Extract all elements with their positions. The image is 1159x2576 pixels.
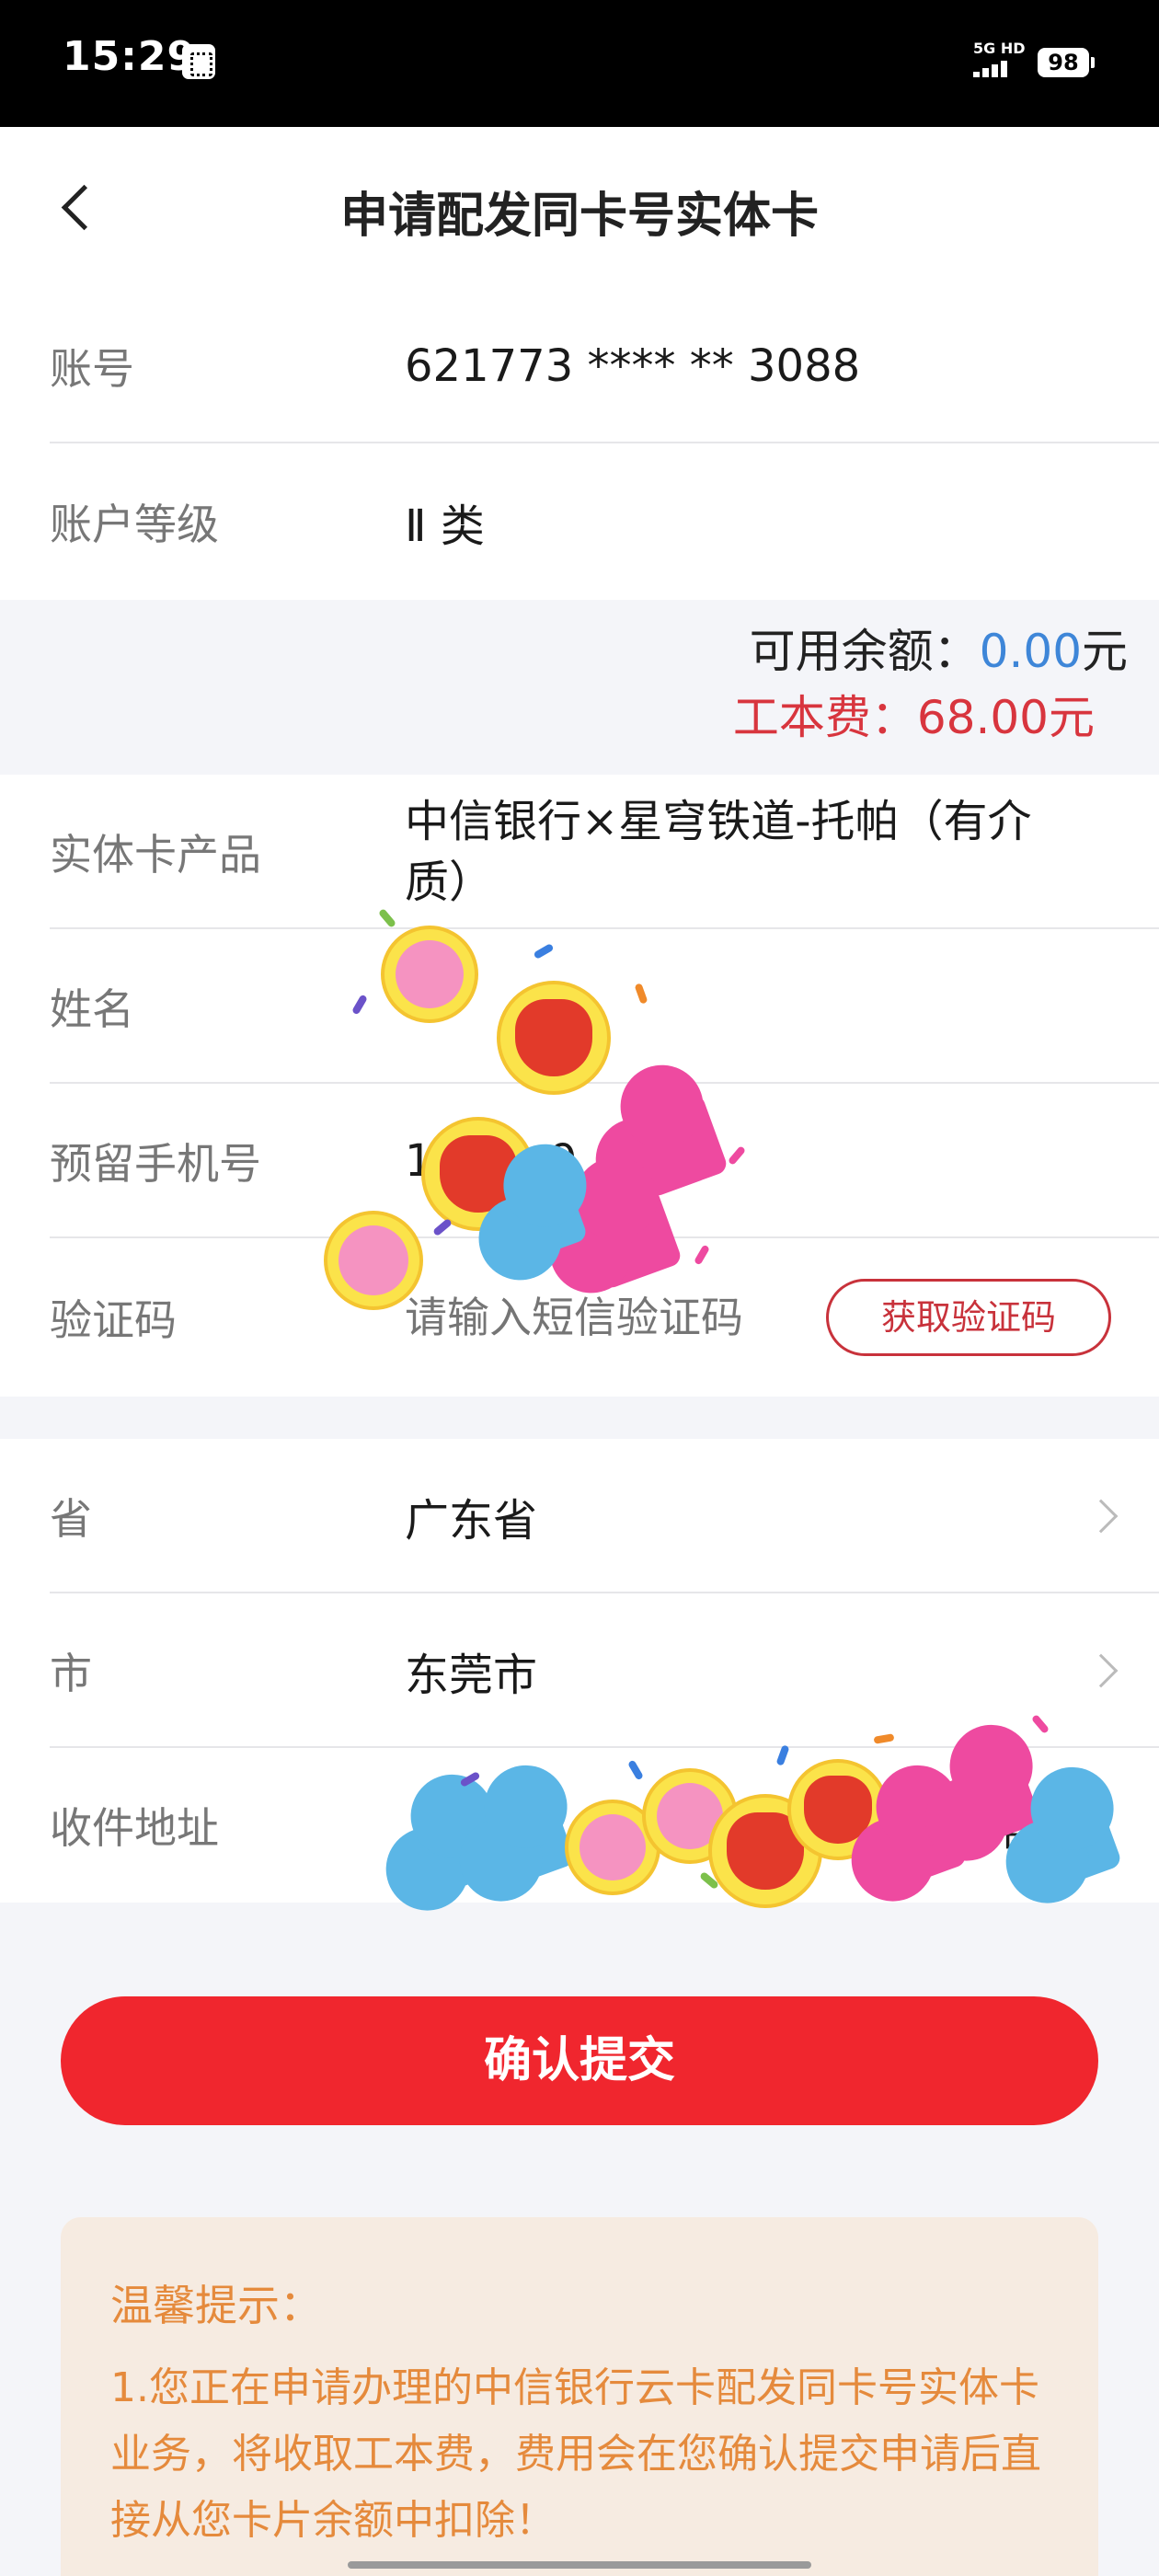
account-level-value: Ⅱ 类 — [405, 500, 485, 552]
chevron-right-icon — [1084, 1653, 1119, 1688]
available-balance-unit: 元 — [1082, 625, 1128, 678]
verification-code-label: 验证码 — [50, 1295, 177, 1345]
network-type: 5G HD — [973, 40, 1026, 57]
tip-box: 温馨提示： 1.您正在申请办理的中信银行云卡配发同卡号实体卡业务，将收取工本费，… — [61, 2217, 1098, 2576]
name-label: 姓名 — [50, 984, 134, 1034]
product-value: 中信银行×星穹铁道-托帕（有介质） — [405, 796, 1032, 908]
home-indicator[interactable] — [348, 2561, 811, 2569]
card-info-section: 实体卡产品 中信银行×星穹铁道-托帕（有介质） 姓名 预留手机号 1** ** … — [0, 775, 1159, 1397]
get-code-button[interactable]: 获取验证码 — [826, 1279, 1111, 1356]
city-row[interactable]: 市 东莞市 — [0, 1593, 1159, 1748]
address-value: 公寓 — [957, 1804, 1046, 1856]
available-balance: 可用余额：0.00元 — [750, 615, 1128, 681]
account-level-row: 账户等级 Ⅱ 类 — [0, 443, 1159, 600]
account-section: 账号 621773 **** ** 3088 账户等级 Ⅱ 类 — [0, 289, 1159, 600]
tip-body: 1.您正在申请办理的中信银行云卡配发同卡号实体卡业务，将收取工本费，费用会在您确… — [110, 2364, 1041, 2544]
verification-code-row: 验证码 获取验证码 — [0, 1238, 1159, 1397]
account-row: 账号 621773 **** ** 3088 — [0, 289, 1159, 443]
city-value: 东莞市 — [405, 1650, 538, 1701]
confirm-submit-button[interactable]: 确认提交 — [61, 1996, 1098, 2125]
page-title: 申请配发同卡号实体卡 — [339, 189, 819, 244]
province-row[interactable]: 省 广东省 — [0, 1439, 1159, 1593]
address-label: 收件地址 — [50, 1803, 219, 1853]
phone-value: 1** ** 9 — [405, 1135, 578, 1187]
available-balance-label: 可用余额： — [749, 625, 980, 678]
page-header: 申请配发同卡号实体卡 — [0, 127, 1159, 289]
battery-icon: 98 — [1038, 48, 1095, 77]
notification-icon — [182, 44, 215, 79]
province-value: 广东省 — [405, 1495, 538, 1547]
product-row[interactable]: 实体卡产品 中信银行×星穹铁道-托帕（有介质） — [0, 775, 1159, 929]
status-time: 15:29 — [63, 33, 197, 80]
address-row[interactable]: 收件地址 公寓 — [0, 1748, 1159, 1903]
card-fee: 工本费：68.00元 — [732, 691, 1095, 744]
tip-title: 温馨提示： — [110, 2281, 322, 2330]
signal-icon: 5G HD — [973, 40, 1030, 81]
name-row: 姓名 — [0, 929, 1159, 1084]
phone-row: 预留手机号 1** ** 9 — [0, 1084, 1159, 1238]
verification-code-input[interactable] — [405, 1293, 791, 1342]
city-label: 市 — [50, 1649, 92, 1698]
account-label: 账号 — [50, 344, 134, 394]
balance-area: 可用余额：0.00元 工本费：68.00元 — [0, 600, 1159, 775]
product-label: 实体卡产品 — [50, 830, 261, 880]
available-balance-amount: 0.00 — [979, 625, 1082, 678]
address-section: 省 广东省 市 东莞市 收件地址 公寓 — [0, 1439, 1159, 1903]
account-level-label: 账户等级 — [50, 500, 219, 549]
phone-label: 预留手机号 — [50, 1139, 261, 1189]
account-value: 621773 **** ** 3088 — [405, 340, 861, 392]
chevron-right-icon — [1084, 1499, 1119, 1534]
province-label: 省 — [50, 1494, 92, 1544]
status-bar: 15:29 5G HD 98 — [0, 0, 1159, 127]
